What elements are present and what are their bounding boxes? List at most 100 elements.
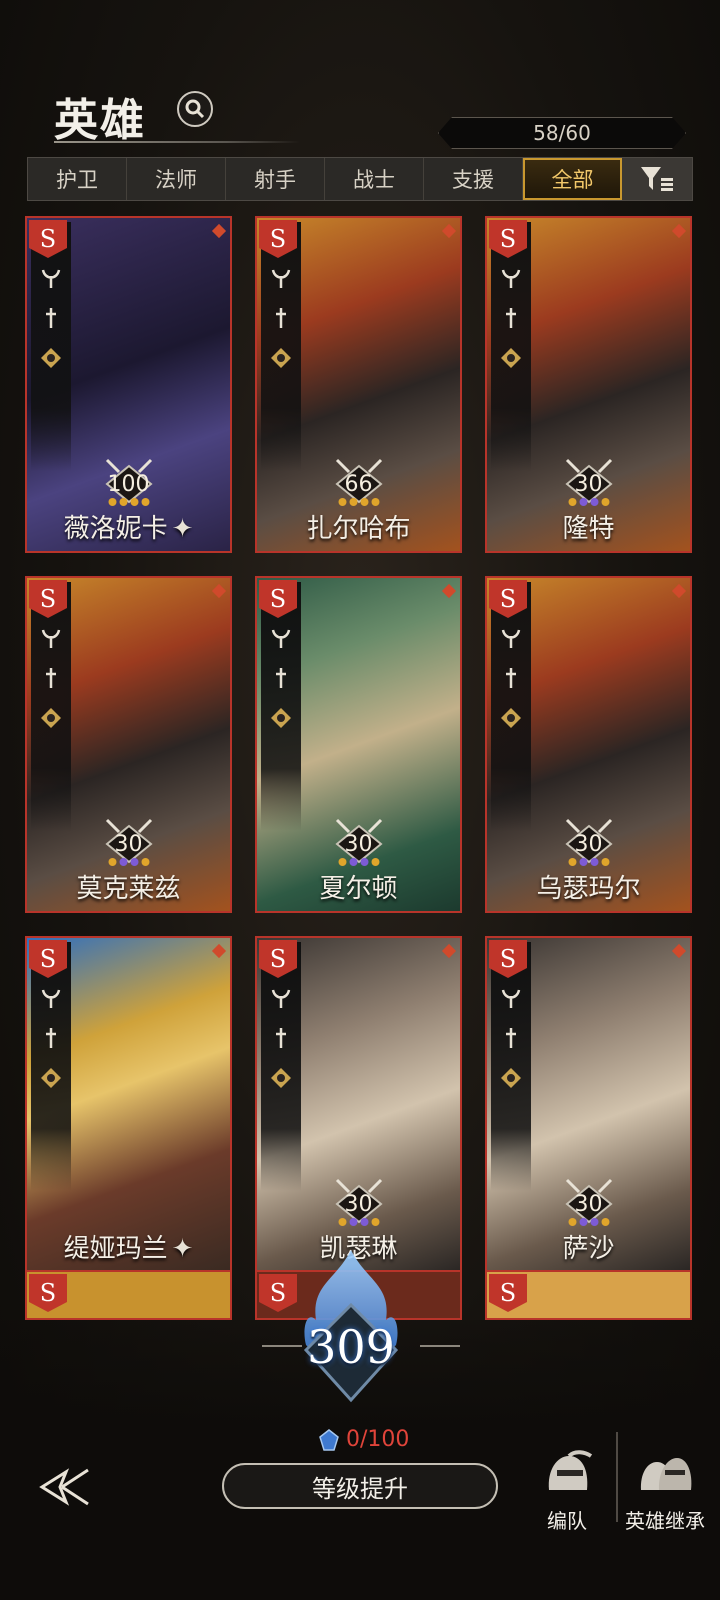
rarity-s-icon: S [489,1274,527,1312]
star-dot [349,858,357,866]
hero-card[interactable]: S 30 凯瑟琳 [255,936,462,1273]
class-icon [41,629,61,648]
hero-name: 薇洛妮卡 ✦ [27,508,230,545]
class-icon [271,269,291,288]
hero-name-text: 乌瑟玛尔 [536,874,641,904]
star-dot [338,498,346,506]
team-power-value: 309 [307,1320,395,1374]
hero-name-text: 夏尔顿 [319,874,398,904]
class-icon [271,989,291,1008]
divider [420,1345,460,1347]
star-dot [108,498,116,506]
level-value: 30 [574,1192,603,1217]
hero-inherit-button[interactable]: 英雄继承 [620,1450,710,1534]
star-dots [338,1218,379,1226]
weapon-icon [506,668,516,688]
star-dot [568,1218,576,1226]
hero-card[interactable]: S 30 隆特 [485,216,692,553]
star-dot [579,1218,587,1226]
helmet-icon [548,1450,593,1490]
star-dots [108,498,149,506]
tab-mage[interactable]: 法师 [127,158,226,200]
star-dots [568,858,609,866]
level-value: 100 [107,472,150,497]
rarity-s-icon: S [489,940,527,978]
star-dots [568,1218,609,1226]
team-button[interactable]: 编队 [522,1450,612,1534]
svg-text:S: S [40,585,56,613]
hero-card[interactable]: S 缇娅玛兰 ✦ [25,936,232,1273]
weapon-icon [276,308,286,328]
svg-text:S: S [40,945,56,973]
hero-card-partial[interactable]: S [25,1270,232,1320]
page-title: 英雄 [54,95,146,146]
hero-name-text: 萨沙 [562,1234,615,1264]
star-dots [568,498,609,506]
hero-name: 乌瑟玛尔 [487,868,690,905]
crystal-icon [319,1428,339,1451]
tab-all[interactable]: 全部 [523,158,622,200]
rarity-s-icon: S [489,580,527,618]
hero-name: 莫克莱兹 [27,868,230,905]
hero-card[interactable]: S 100 薇洛妮卡 ✦ [25,216,232,553]
star-dot [371,498,379,506]
hero-card[interactable]: S 30 乌瑟玛尔 [485,576,692,913]
level-up-button[interactable]: 等级提升 [222,1463,498,1509]
element-icon [41,1068,61,1088]
tab-support[interactable]: 支援 [424,158,523,200]
star-dots [338,858,379,866]
level-value: 30 [574,832,603,857]
hero-card[interactable]: S 30 萨沙 [485,936,692,1273]
svg-text:S: S [270,945,286,973]
filter-icon [641,167,673,191]
hero-name: 缇娅玛兰 ✦ [27,1228,230,1265]
tab-marksman[interactable]: 射手 [226,158,325,200]
tab-guardian[interactable]: 护卫 [28,158,127,200]
rarity-s-icon: S [29,940,67,978]
hero-name-text: 薇洛妮卡 [63,514,168,544]
star-dot [360,858,368,866]
tab-warrior[interactable]: 战士 [325,158,424,200]
weapon-icon [506,1028,516,1048]
star-dot [360,498,368,506]
svg-text:S: S [500,1279,516,1307]
star-dot [371,1218,379,1226]
title-underline [54,141,300,143]
star-dot [579,498,587,506]
element-icon [501,1068,521,1088]
hero-card[interactable]: S 30 莫克莱兹 [25,576,232,913]
hero-card-partial[interactable]: S [485,1270,692,1320]
rarity-s-icon: S [29,220,67,258]
svg-text:S: S [500,585,516,613]
star-dot [590,1218,598,1226]
class-icon [501,629,521,648]
search-button[interactable] [177,91,213,127]
element-icon [271,348,291,368]
level-value: 30 [574,472,603,497]
star-dot [130,498,138,506]
exp-counter: 0/100 [318,1427,409,1452]
element-icon [271,1068,291,1088]
weapon-icon [276,1028,286,1048]
class-icon [501,269,521,288]
hero-card[interactable]: S 30 夏尔顿 [255,576,462,913]
element-icon [501,348,521,368]
back-button[interactable] [38,1466,94,1508]
team-label: 编队 [547,1509,587,1533]
element-icon [41,708,61,728]
level-value: 30 [344,832,373,857]
svg-text:S: S [270,225,286,253]
svg-text:S: S [40,1279,56,1307]
filter-button[interactable] [622,158,692,200]
hero-card[interactable]: S 66 扎尔哈布 [255,216,462,553]
sparkle-icon: ✦ [171,1234,194,1264]
class-icon [501,989,521,1008]
svg-text:S: S [500,945,516,973]
svg-text:S: S [40,225,56,253]
search-icon [185,99,205,119]
star-dot [141,858,149,866]
hero-name-text: 扎尔哈布 [306,514,411,544]
element-icon [501,708,521,728]
hero-name: 隆特 [487,508,690,545]
weapon-icon [46,1028,56,1048]
